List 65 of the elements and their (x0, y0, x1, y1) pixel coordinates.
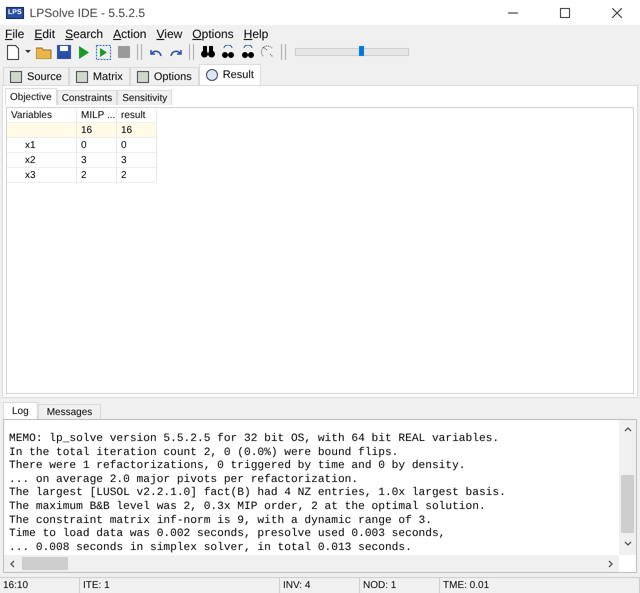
log-line: ... 0.008 seconds in simplex solver, in total 0.013 seconds. (9, 542, 413, 556)
table-cell: x3 (7, 168, 77, 183)
menu-item[interactable]: Help (242, 26, 278, 40)
log-line: The largest [LUSOL v2.2.1.0] fact(B) had 4 NZ entries, 1.0x largest basis. (9, 487, 507, 500)
scroll-left-icon[interactable] (8, 560, 16, 568)
slider-thumb[interactable] (359, 46, 364, 56)
horizontal-scrollbar[interactable] (4, 555, 619, 572)
status-field: ITE: 1 (80, 578, 280, 593)
log-line: Time to load data was 0.002 seconds, presolve used 0.003 seconds, (9, 528, 446, 542)
save-icon[interactable] (55, 44, 72, 60)
tab[interactable]: Sensitivity (117, 90, 172, 105)
zoom-slider[interactable] (295, 48, 409, 56)
status-field: NOD: 1 (360, 578, 440, 593)
status-field: 16:10 (0, 578, 80, 593)
tab[interactable]: Objective (5, 88, 57, 105)
column-header: result (117, 108, 157, 123)
table-cell: 16 (117, 123, 157, 138)
menu-item[interactable]: Search (64, 26, 112, 40)
column-header: Variables (7, 108, 77, 123)
tab[interactable]: Result (198, 64, 261, 85)
tab-icon (10, 70, 22, 82)
table-cell: 0 (117, 138, 157, 153)
tab[interactable]: Messages (38, 404, 102, 419)
table-cell: 16 (77, 123, 117, 138)
column-header: MILP ... (77, 108, 117, 123)
tab[interactable]: Options (130, 67, 199, 85)
table-cell: 2 (117, 168, 157, 183)
status-field: TME: 0.01 (440, 578, 640, 593)
log-line: MEMO: lp_solve version 5.5.2.5 for 32 bit OS, with 64 bit REAL variables. (9, 433, 500, 446)
table-cell: x2 (7, 153, 77, 168)
menu-item[interactable]: View (155, 26, 192, 40)
tab-icon (136, 70, 149, 82)
table-cell: 3 (117, 153, 157, 168)
menu-item[interactable]: Options (191, 26, 243, 40)
tab-icon (206, 69, 218, 81)
table-cell: 3 (77, 153, 117, 168)
scroll-right-icon[interactable] (607, 560, 615, 568)
new-file-icon[interactable] (4, 44, 21, 60)
log-line: In the total iteration count 2, 0 (0.0%) were bound flips. (9, 446, 400, 460)
log-line: There were 1 refactorizations, 0 triggered by time and 0 by density. (9, 460, 467, 474)
tab[interactable]: Constraints (56, 90, 118, 105)
log-line: ... on average 2.0 major pivots per refactorization. (9, 474, 360, 486)
log-line: The maximum B&B level was 2, 0.3x MIP order, 2 at the optimal solution. (9, 500, 487, 514)
step-icon[interactable] (95, 44, 112, 60)
status-field: INV: 4 (280, 578, 360, 593)
log-line: The constraint matrix inf-norm is 9, with a dynamic range of 3. (9, 514, 433, 528)
table-cell: 2 (77, 168, 117, 183)
menu-item[interactable]: File (4, 26, 34, 40)
tab[interactable]: Source (3, 67, 69, 85)
menu-item[interactable]: Action (112, 26, 156, 40)
binoculars-icon[interactable] (239, 44, 256, 60)
binoculars-icon[interactable] (219, 44, 236, 60)
binoculars-icon[interactable] (199, 44, 216, 60)
tab[interactable]: Matrix (68, 67, 130, 85)
menu-item[interactable]: Edit (33, 26, 64, 40)
vertical-scrollbar[interactable] (619, 420, 636, 556)
table-cell: 0 (77, 138, 117, 153)
tab-icon (76, 70, 88, 82)
tab[interactable]: Log (3, 402, 38, 419)
close-icon (612, 8, 622, 18)
scrollbar-thumb[interactable] (22, 557, 68, 570)
table-cell: x1 (7, 138, 77, 153)
window-title: LPSolve IDE - 5.5.2.5 (30, 6, 146, 20)
scrollbar-thumb[interactable] (621, 475, 634, 534)
maximize-icon (560, 8, 570, 18)
